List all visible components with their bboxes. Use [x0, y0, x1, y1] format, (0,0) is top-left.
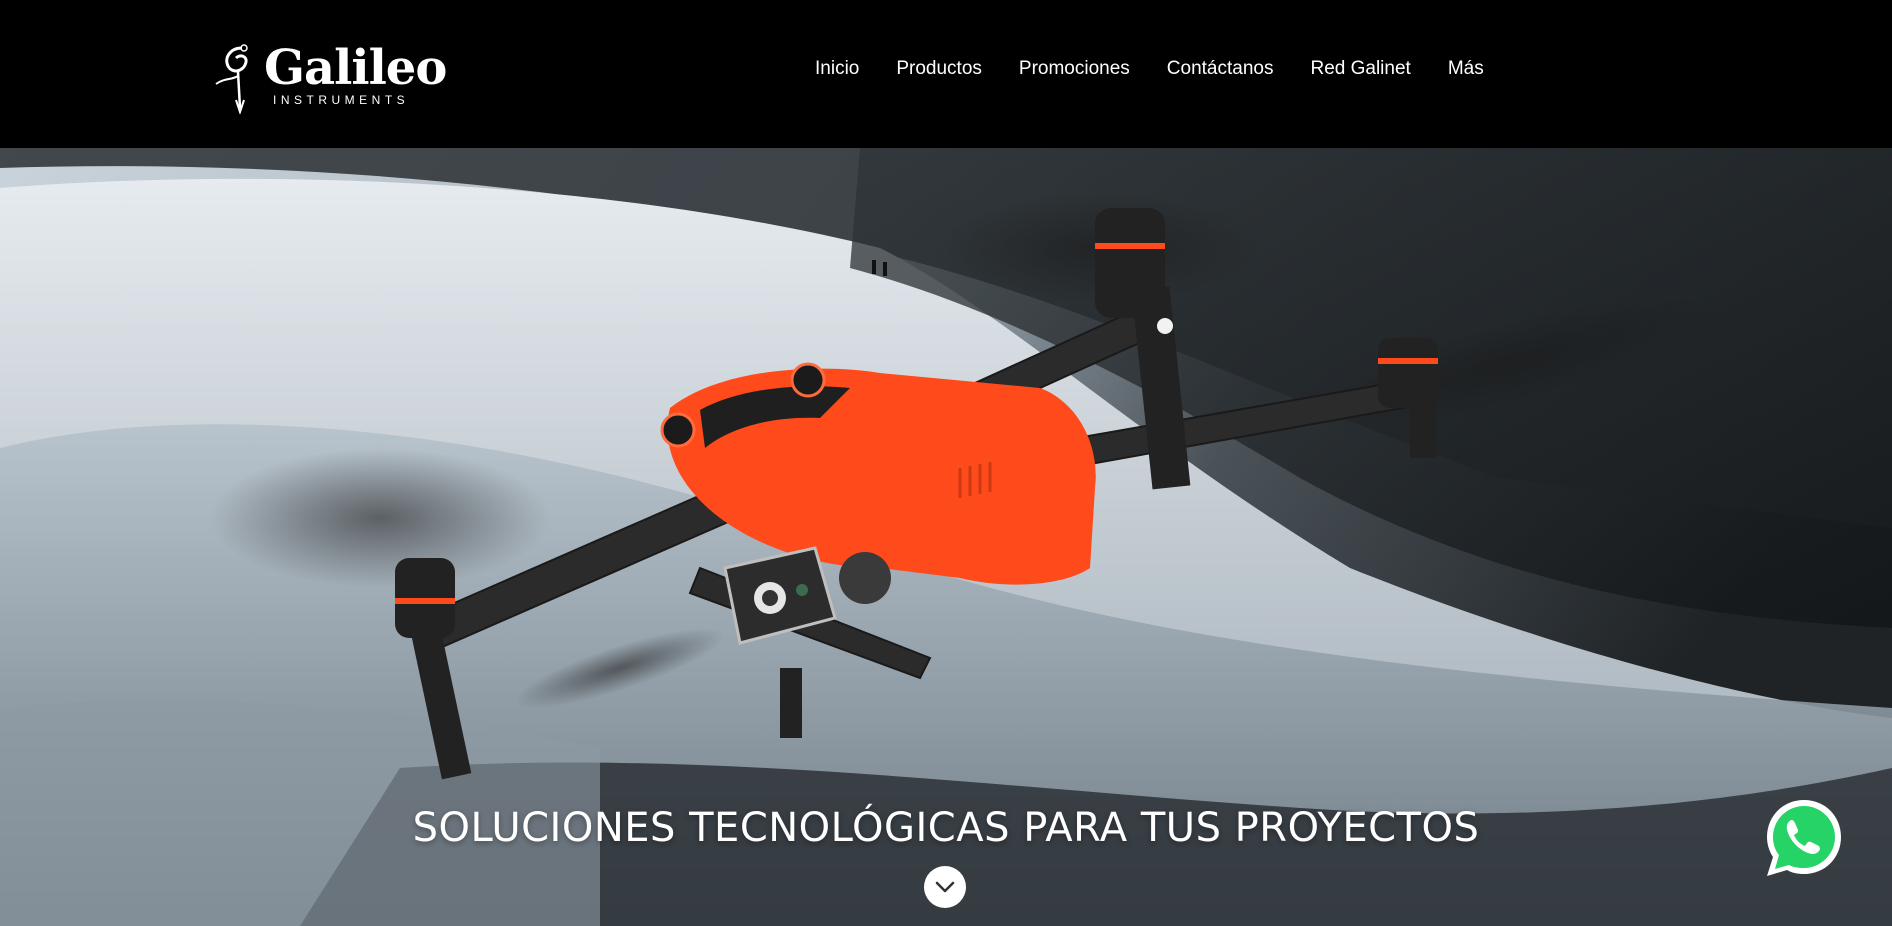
brand-name: Galileo	[264, 40, 447, 96]
site-header: Galileo INSTRUMENTS Inicio Productos Pro…	[0, 0, 1892, 148]
galileo-logo-icon	[215, 44, 248, 114]
main-nav: Inicio Productos Promociones Contáctanos…	[815, 58, 1521, 86]
brand-subtitle: INSTRUMENTS	[273, 93, 410, 107]
hero-tagline: SOLUCIONES TECNOLÓGICAS PARA TUS PROYECT…	[412, 805, 1480, 851]
whatsapp-button[interactable]	[1762, 796, 1846, 880]
chevron-down-icon	[935, 881, 955, 893]
nav-item-productos[interactable]: Productos	[896, 58, 982, 86]
brand-logo[interactable]: Galileo INSTRUMENTS	[214, 40, 447, 116]
scroll-down-button[interactable]	[924, 866, 966, 908]
nav-item-contactanos[interactable]: Contáctanos	[1167, 58, 1274, 86]
nav-item-mas[interactable]: Más	[1448, 58, 1484, 86]
whatsapp-icon	[1767, 800, 1841, 876]
nav-item-red-galinet[interactable]: Red Galinet	[1310, 58, 1410, 86]
nav-item-inicio[interactable]: Inicio	[815, 58, 859, 86]
nav-item-promociones[interactable]: Promociones	[1019, 58, 1130, 86]
